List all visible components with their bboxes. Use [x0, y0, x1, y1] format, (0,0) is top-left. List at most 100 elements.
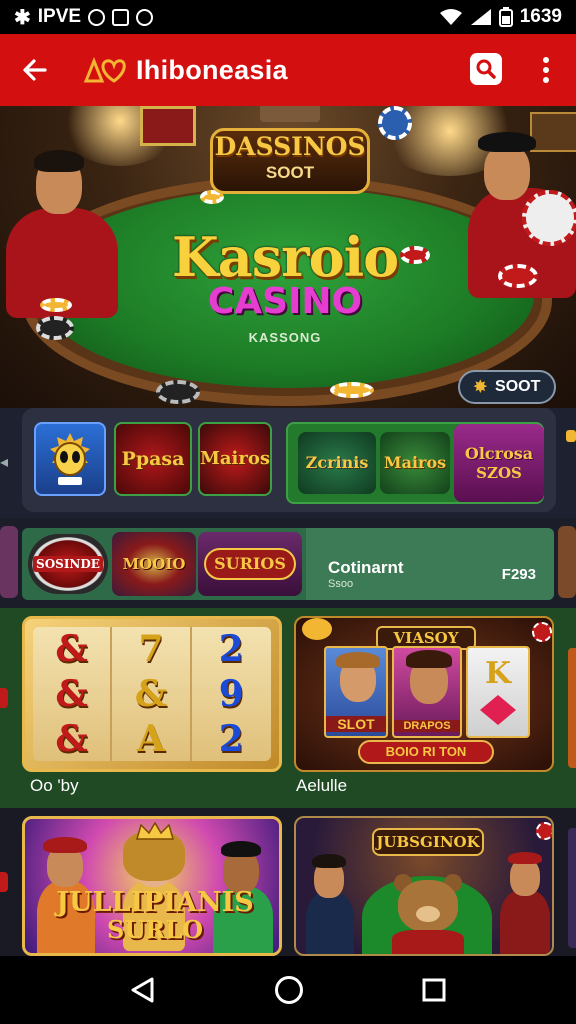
- next-peek: [566, 430, 576, 442]
- game-tile[interactable]: SOSINDE: [28, 534, 108, 594]
- casino-sign: JUBSGINOK: [372, 828, 484, 856]
- hero-subtitle: CASINO: [207, 281, 363, 322]
- system-nav-bar: [0, 956, 576, 1024]
- slot-symbol: 2: [218, 717, 244, 760]
- slot-symbol: &: [33, 716, 113, 761]
- game-tile-label: Mairos: [199, 448, 271, 469]
- decor-frame: [140, 106, 196, 146]
- slot-game-card[interactable]: & 7 2 & & 9 & A 2: [22, 616, 282, 772]
- category-title: Cotinarnt: [328, 558, 404, 577]
- slot-machine-caption: Aelulle: [296, 776, 348, 795]
- bear-mascot: [388, 872, 468, 954]
- game-tile-label: Mairos: [383, 453, 447, 472]
- next-peek[interactable]: [568, 828, 576, 948]
- game-tile-label: SURIOS: [204, 548, 296, 580]
- category-strip[interactable]: SOSINDE MOOIO SURIOS Cotinarnt Ssoo F293: [22, 528, 554, 600]
- battery-icon: [498, 7, 513, 27]
- slot-reel-label: SLOT: [326, 716, 386, 732]
- carrier-label: IPVE: [37, 6, 82, 27]
- game-tile[interactable]: Zcrinis: [298, 432, 376, 494]
- next-peek[interactable]: [558, 526, 576, 598]
- slot-machine-card[interactable]: VIASOY SLOT DRAPOS K BOIO RI TON: [294, 616, 554, 772]
- slot-symbol: &: [33, 671, 113, 717]
- category-subtitle: Ssoo: [328, 578, 354, 590]
- game-tile[interactable]: Ppasa: [114, 422, 192, 496]
- next-peek[interactable]: [568, 648, 576, 768]
- decor-frame: [260, 106, 320, 122]
- mascot-icon: [50, 433, 90, 485]
- chip-icon: [40, 298, 72, 312]
- more-options-icon[interactable]: [536, 54, 556, 86]
- game-tile-label: Ppasa: [121, 447, 185, 470]
- game-tile[interactable]: Mairos: [198, 422, 272, 496]
- game-tile-label: MOOIO: [122, 554, 186, 573]
- game-tile-label: Olcrosa: [464, 443, 534, 463]
- game-tile[interactable]: SURIOS: [198, 532, 302, 596]
- promo-game-card[interactable]: JULLIPIANIS SURLO: [22, 816, 282, 956]
- brand-logo-icon: [83, 56, 126, 83]
- player-left: [0, 146, 140, 318]
- star-burst-icon: ✸: [473, 379, 488, 396]
- chip-icon: [378, 106, 412, 140]
- prev-peek[interactable]: [0, 526, 18, 598]
- slot-symbol: 9: [218, 672, 244, 715]
- game-tile[interactable]: MOOIO: [112, 532, 196, 596]
- diamond-icon: [480, 695, 516, 725]
- casino-game-card[interactable]: JUBSGINOK: [294, 816, 554, 956]
- slot-symbol: 7: [112, 627, 192, 672]
- hero-banner[interactable]: DASSINOS SOOT Kasroio CASINO KASSONG ✸ S…: [0, 106, 576, 408]
- gallery-icon: [112, 8, 130, 26]
- back-arrow-icon[interactable]: [18, 53, 52, 87]
- hair-icon: [336, 652, 380, 668]
- signal-icon: [470, 9, 491, 25]
- promo-subtitle: SURLO: [107, 915, 203, 944]
- game-tile[interactable]: [34, 422, 106, 496]
- slot-symbol: &: [33, 627, 113, 672]
- slot-banner: BOIO RI TON: [358, 740, 494, 764]
- game-tile-sublabel: SZOS: [476, 463, 522, 482]
- game-tiles-row: ◂ Ppasa Mairos Zcrinis Mairos Olcrosa SZ…: [0, 408, 576, 518]
- featured-games-group: Zcrinis Mairos Olcrosa SZOS: [286, 422, 544, 504]
- prev-peek[interactable]: [0, 688, 8, 708]
- hero-sign-title: DASSINOS: [214, 132, 366, 161]
- category-count: F293: [501, 566, 536, 583]
- chip-icon: [536, 822, 552, 840]
- chip-stack-icon: [156, 380, 200, 404]
- game-tile[interactable]: Mairos: [380, 432, 450, 494]
- chip-icon: [498, 264, 538, 288]
- clock: 1639: [519, 6, 562, 27]
- wifi-icon: [439, 9, 462, 25]
- slot-symbol: &: [112, 671, 192, 717]
- status-bar: ✱ IPVE 1639: [0, 0, 576, 34]
- hero-sign: DASSINOS SOOT: [210, 128, 370, 194]
- slot-pill-button[interactable]: ✸ SOOT: [458, 370, 556, 404]
- hero-caption: KASSONG: [248, 330, 322, 345]
- crown-icon: [136, 821, 174, 840]
- home-circle-icon[interactable]: [273, 974, 305, 1006]
- sync-icon: [136, 8, 154, 26]
- slot-reel: SLOT: [324, 646, 388, 738]
- chevron-left-icon[interactable]: ◂: [0, 452, 14, 472]
- hero-sign-subtitle: SOOT: [265, 163, 315, 182]
- slot-pill-label: SOOT: [495, 378, 541, 395]
- chip-icon: [532, 622, 552, 642]
- app-title: Ihiboneasia: [136, 54, 288, 85]
- slot-reel-label: K: [484, 656, 512, 691]
- notification-icon: [88, 8, 106, 26]
- coin-icon: [302, 618, 332, 640]
- promo-games-row: JULLIPIANIS SURLO JUBSGINOK: [0, 808, 576, 956]
- back-triangle-icon[interactable]: [128, 975, 158, 1005]
- recents-square-icon[interactable]: [420, 976, 448, 1004]
- slot-reels: & 7 2 & & 9 & A 2: [33, 627, 271, 761]
- slot-symbol: 2: [218, 628, 244, 671]
- chip-icon: [330, 382, 374, 398]
- category-strip-row: SOSINDE MOOIO SURIOS Cotinarnt Ssoo F293: [0, 518, 576, 608]
- game-tile[interactable]: Olcrosa SZOS: [454, 424, 544, 502]
- chip-stack-icon: [36, 316, 74, 340]
- prev-peek[interactable]: [0, 872, 8, 892]
- settings-icon: ✱: [14, 6, 31, 29]
- search-icon[interactable]: [470, 53, 502, 85]
- roulette-wheel-icon: [522, 190, 576, 246]
- slot-symbol: A: [112, 716, 192, 761]
- slot-reel-label: DRAPOS: [394, 720, 460, 732]
